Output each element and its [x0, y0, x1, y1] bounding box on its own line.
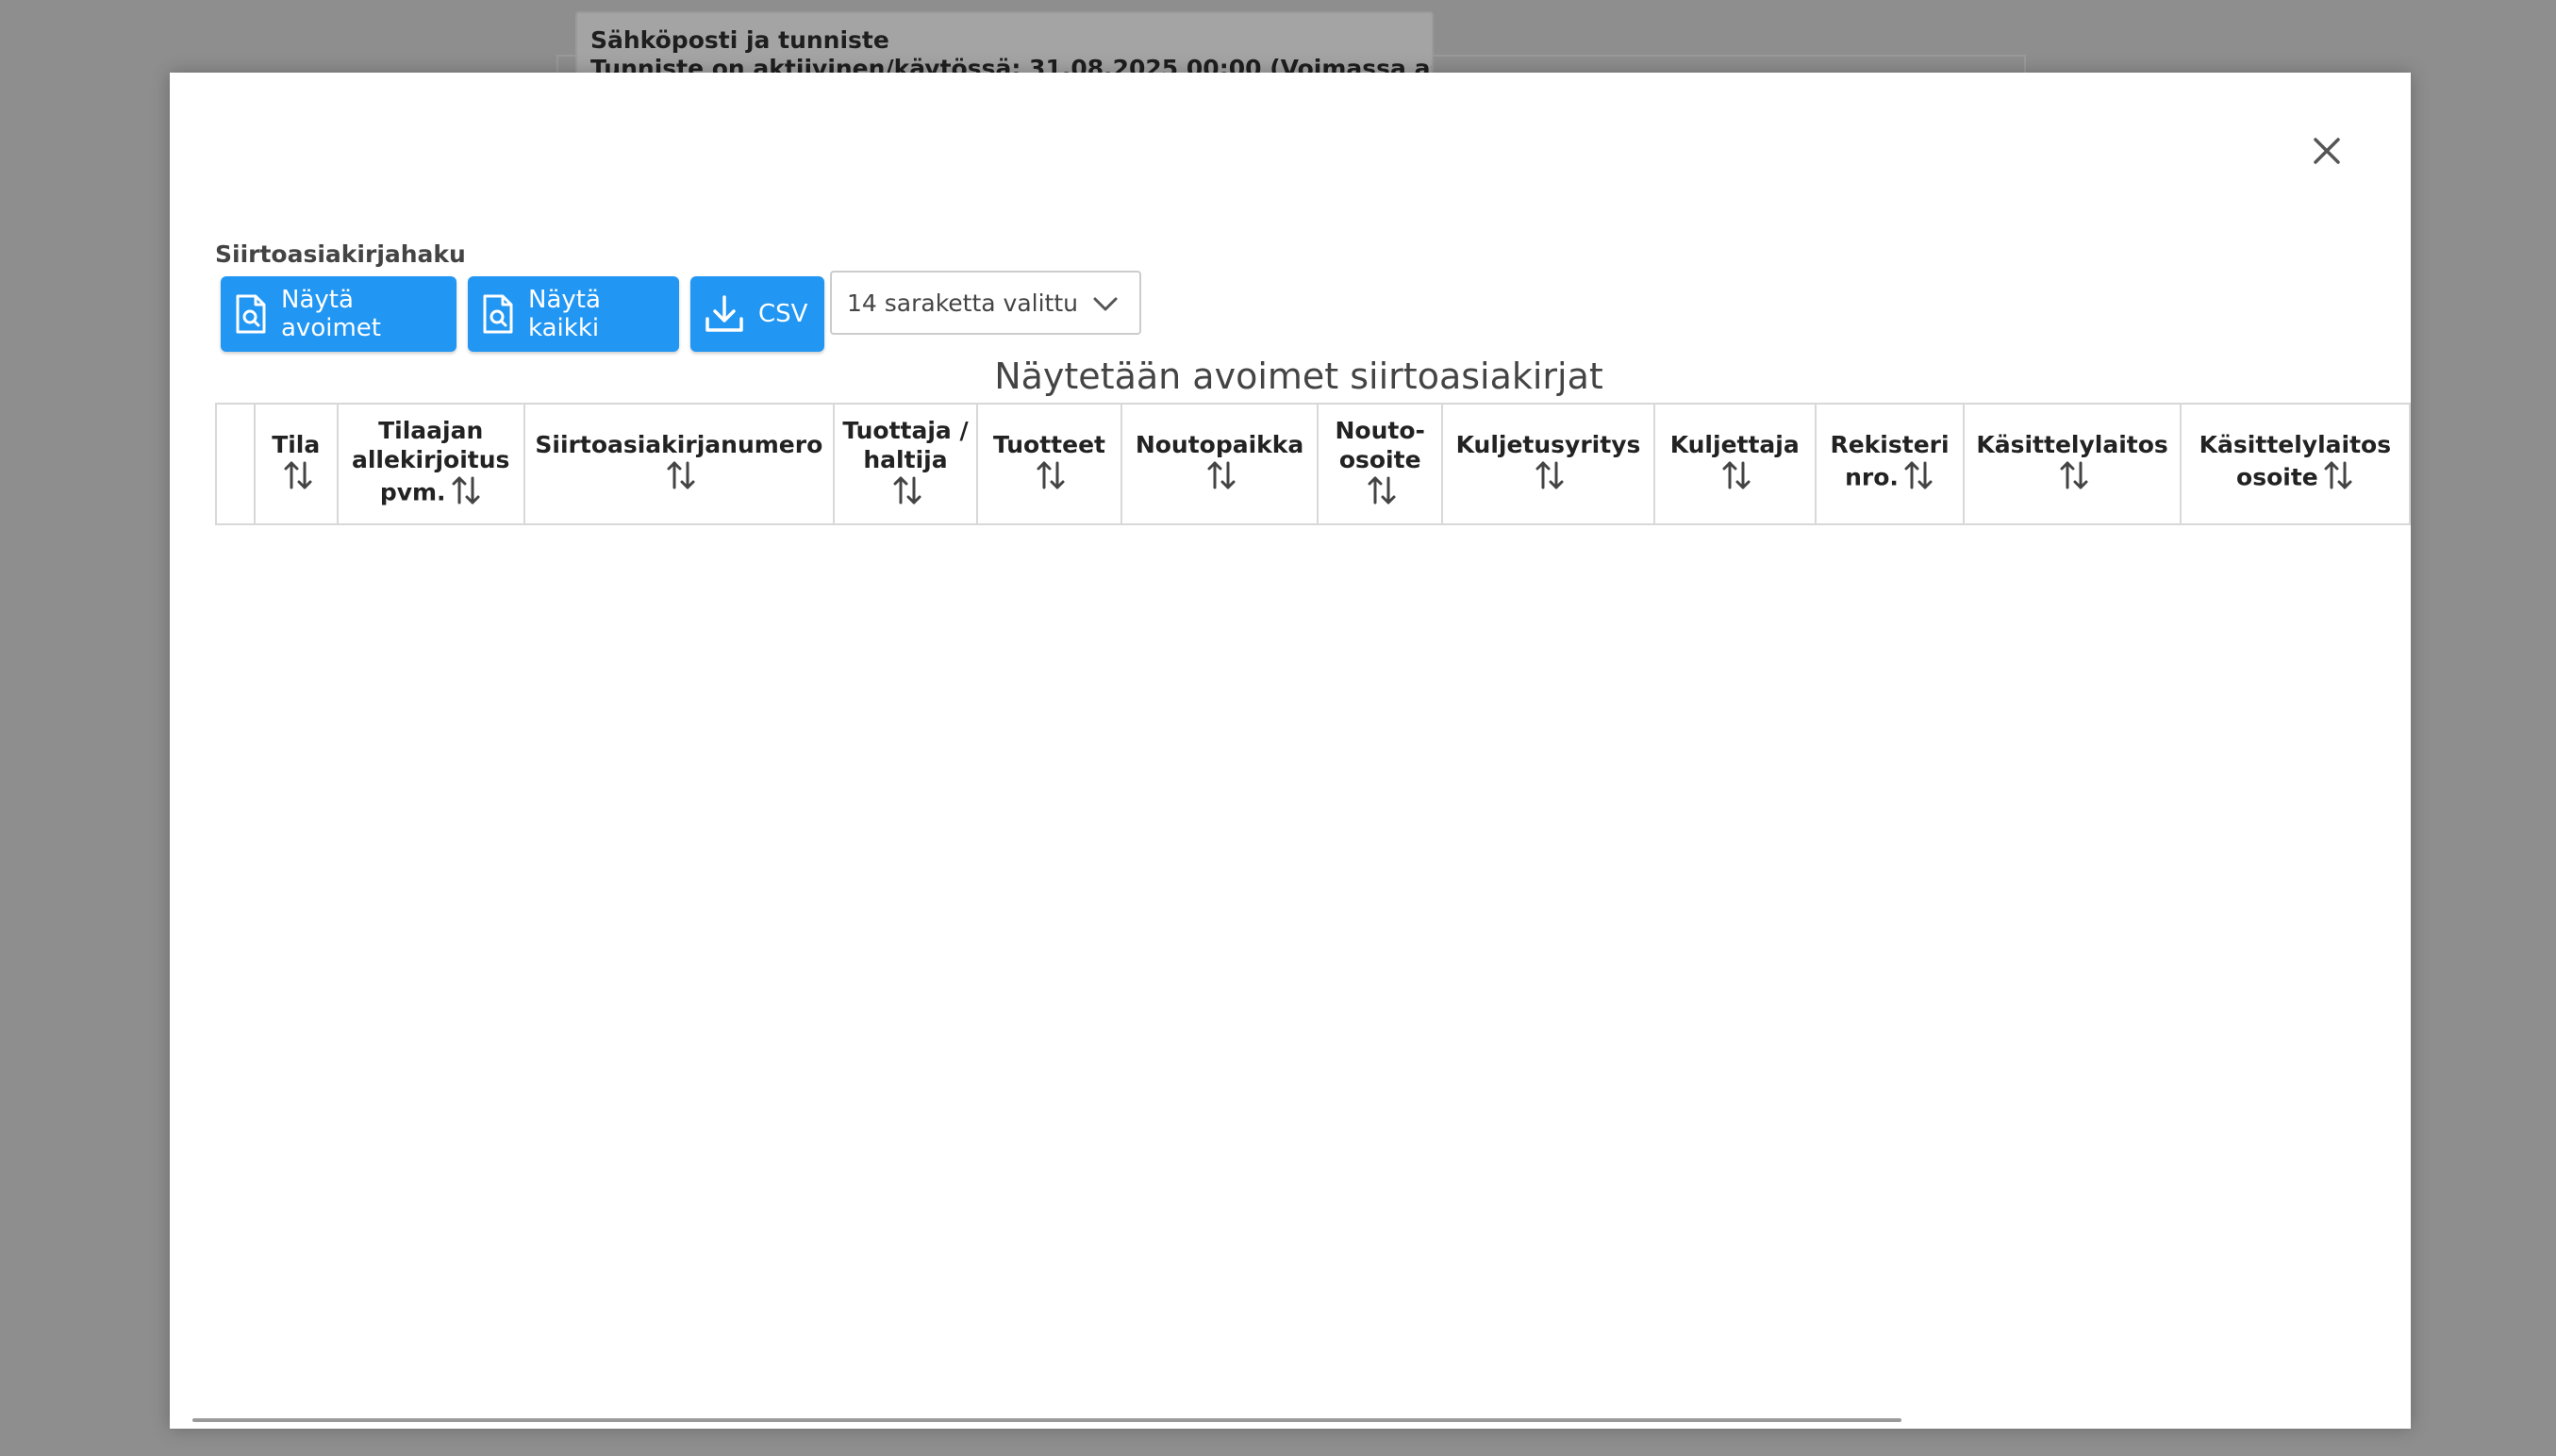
file-search-icon	[483, 294, 513, 334]
chevron-down-icon	[1093, 297, 1118, 311]
sort-icon	[1035, 459, 1067, 498]
column-header-label: Nouto-osoite	[1335, 416, 1425, 473]
column-header-label: Tuotteet	[992, 431, 1105, 458]
column-header-carrier[interactable]: Kuljetusyritys	[1441, 403, 1655, 525]
show-all-label: Näytä kaikki	[528, 286, 601, 342]
column-header-label: Kuljettaja	[1669, 431, 1800, 458]
horizontal-scrollbar[interactable]	[192, 1418, 1901, 1422]
sort-icon	[1205, 459, 1237, 498]
column-header-driver[interactable]: Kuljettaja	[1652, 403, 1817, 525]
column-header-products[interactable]: Tuotteet	[976, 403, 1122, 525]
column-header-label: Tila	[272, 431, 321, 458]
sort-icon	[2322, 459, 2354, 498]
column-header-registration[interactable]: Rekisteri nro.	[1814, 403, 1966, 525]
column-header-label: Tilaajan allekirjoitus pvm.	[351, 416, 510, 506]
column-header-tila[interactable]: Tila	[253, 403, 339, 525]
column-header-label: Kuljetusyritys	[1455, 431, 1641, 458]
sort-icon	[450, 474, 482, 513]
column-header-label: Tuottaja / haltija	[842, 416, 969, 473]
section-label: Siirtoasiakirjahaku	[215, 240, 466, 268]
sort-icon	[1534, 459, 1566, 498]
column-header-pickup-address[interactable]: Nouto-osoite	[1317, 403, 1444, 525]
background-card-title: Sähköposti ja tunniste	[590, 26, 889, 54]
column-header-label: Noutopaikka	[1135, 431, 1304, 458]
column-header-signature-date[interactable]: Tilaajan allekirjoitus pvm.	[336, 403, 525, 525]
file-search-icon	[236, 294, 266, 334]
sort-icon	[665, 459, 697, 498]
sort-icon	[282, 459, 314, 498]
column-header-label: Käsittelylaitos	[1976, 431, 2168, 458]
sort-icon	[1366, 474, 1398, 513]
column-select-dropdown[interactable]: 14 saraketta valittu	[830, 271, 1141, 335]
column-header-document-number[interactable]: Siirtoasiakirjanumero	[523, 403, 835, 525]
csv-label: CSV	[758, 300, 808, 328]
column-header-pickup-place[interactable]: Noutopaikka	[1120, 403, 1319, 525]
sort-icon	[1720, 459, 1752, 498]
column-select-value: 14 saraketta valittu	[847, 289, 1078, 317]
show-open-label: Näytä avoimet	[281, 286, 381, 342]
column-select-all[interactable]	[215, 403, 256, 525]
table-caption: Näytetään avoimet siirtoasiakirjat	[994, 356, 1603, 397]
results-table: Tila Tilaajan allekirjoitus pvm. Siirtoa…	[215, 403, 2411, 525]
column-header-producer[interactable]: Tuottaja / haltija	[832, 403, 979, 525]
column-header-facility[interactable]: Käsittelylaitos	[1963, 403, 2182, 525]
background-card: Sähköposti ja tunniste Tunniste on aktii…	[575, 11, 1434, 77]
close-icon	[2314, 138, 2340, 164]
show-all-button[interactable]: Näytä kaikki	[468, 276, 679, 352]
sort-icon	[891, 474, 923, 513]
csv-download-button[interactable]: CSV	[690, 276, 824, 352]
table-header-row: Tila Tilaajan allekirjoitus pvm. Siirtoa…	[215, 403, 2411, 525]
column-header-label: Käsittelylaitos osoite	[2199, 431, 2392, 491]
column-header-label: Siirtoasiakirjanumero	[535, 431, 823, 458]
show-open-button[interactable]: Näytä avoimet	[221, 276, 456, 352]
close-button[interactable]	[2305, 129, 2349, 173]
document-search-modal: Siirtoasiakirjahaku Näytä avoimet Näytä …	[170, 73, 2411, 1429]
results-table-container: Tila Tilaajan allekirjoitus pvm. Siirtoa…	[215, 403, 2411, 525]
sort-icon	[1902, 459, 1934, 498]
download-icon	[705, 295, 743, 332]
column-header-facility-address[interactable]: Käsittelylaitos osoite	[2179, 403, 2411, 525]
sort-icon	[2058, 459, 2090, 498]
